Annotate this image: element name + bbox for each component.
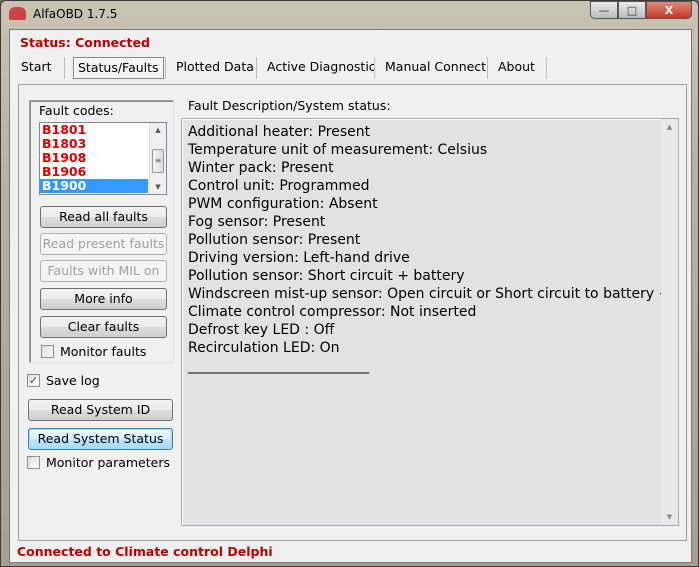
scroll-thumb[interactable]: ≡	[152, 149, 164, 173]
status-line: Climate control compressor: Not inserted	[188, 304, 477, 320]
tab-status-faults[interactable]: Status/Faults	[73, 57, 164, 79]
tab-separator	[487, 57, 488, 79]
description-label: Fault Description/System status:	[188, 98, 391, 113]
fault-codes-label: Fault codes:	[39, 103, 114, 118]
clear-faults-button[interactable]: Clear faults	[40, 316, 167, 338]
minimize-button[interactable]: —	[590, 1, 618, 19]
status-line: Pollution sensor: Present	[188, 232, 361, 248]
tab-about[interactable]: About	[494, 57, 539, 79]
status-line: Additional heater: Present	[188, 124, 371, 140]
scroll-down-icon[interactable]: ▼	[661, 513, 678, 521]
monitor-faults-checkbox[interactable]: Monitor faults	[41, 344, 146, 359]
read-present-faults-button[interactable]: Read present faults	[40, 233, 167, 255]
status-line: Windscreen mist-up sensor: Open circuit …	[188, 286, 671, 302]
list-item[interactable]: B1906	[40, 165, 148, 179]
tab-separator	[546, 57, 547, 79]
scroll-up-icon[interactable]: ▲	[150, 123, 166, 137]
faults-with-mil-on-button[interactable]: Faults with MIL on	[40, 260, 167, 282]
tab-active-diagnostic[interactable]: Active Diagnostic	[263, 57, 380, 79]
car-app-icon	[9, 7, 26, 20]
list-item[interactable]: B1801	[40, 123, 148, 137]
status-line: Control unit: Programmed	[188, 178, 370, 194]
tab-separator	[64, 57, 65, 79]
read-system-status-button[interactable]: Read System Status	[28, 428, 173, 450]
tab-separator	[256, 57, 257, 79]
status-line: Pollution sensor: Short circuit + batter…	[188, 268, 465, 284]
status-line: Defrost key LED : Off	[188, 322, 335, 338]
save-log-checkbox[interactable]: ✓ Save log	[27, 373, 100, 388]
monitor-parameters-label: Monitor parameters	[46, 455, 170, 470]
status-line: PWM configuration: Absent	[188, 196, 378, 212]
connection-status: Status: Connected	[20, 35, 150, 50]
list-item[interactable]: B1908	[40, 151, 148, 165]
description-textbox[interactable]: Additional heater: Present Temperature u…	[181, 118, 679, 526]
client-area: Status: Connected Start Status/Faults Pl…	[9, 29, 692, 563]
read-all-faults-button[interactable]: Read all faults	[40, 206, 167, 228]
fault-codes-list[interactable]: B1801 B1803 B1908 B1906 B1900 ▲ ≡ ▼	[39, 122, 167, 195]
connection-footer: Connected to Climate control Delphi	[17, 544, 273, 559]
tab-manual-connect[interactable]: Manual Connect	[381, 57, 490, 79]
read-system-id-button[interactable]: Read System ID	[28, 399, 173, 421]
monitor-faults-label: Monitor faults	[60, 344, 147, 359]
description-scrollbar[interactable]: ▲ ▼	[661, 119, 678, 525]
app-window: AlfaOBD 1.7.5 — □ X Status: Connected St…	[0, 0, 699, 567]
close-button[interactable]: X	[646, 1, 692, 19]
window-title: AlfaOBD 1.7.5	[33, 7, 118, 21]
maximize-button[interactable]: □	[618, 1, 646, 19]
more-info-button[interactable]: More info	[40, 288, 167, 310]
checkbox-box[interactable]	[41, 345, 54, 358]
list-scrollbar[interactable]: ▲ ≡ ▼	[149, 123, 166, 194]
status-line: Temperature unit of measurement: Celsius	[188, 142, 488, 158]
status-line: Winter pack: Present	[188, 160, 334, 176]
tab-separator	[165, 57, 166, 79]
scroll-down-icon[interactable]: ▼	[150, 180, 166, 194]
tab-separator	[374, 57, 375, 79]
save-log-label: Save log	[46, 373, 100, 388]
status-line: Recirculation LED: On	[188, 340, 340, 356]
checkbox-box[interactable]	[27, 456, 40, 469]
tab-start[interactable]: Start	[17, 57, 56, 79]
list-item-selected[interactable]: B1900	[40, 179, 148, 193]
scroll-up-icon[interactable]: ▲	[661, 123, 678, 131]
status-line: Fog sensor: Present	[188, 214, 326, 230]
monitor-parameters-checkbox[interactable]: Monitor parameters	[27, 455, 170, 470]
tab-plotted-data[interactable]: Plotted Data	[172, 57, 258, 79]
list-item[interactable]: B1803	[40, 137, 148, 151]
separator-line: ______________________________	[188, 358, 369, 374]
checkmark-icon[interactable]: ✓	[27, 374, 40, 387]
status-line: Driving version: Left-hand drive	[188, 250, 410, 266]
